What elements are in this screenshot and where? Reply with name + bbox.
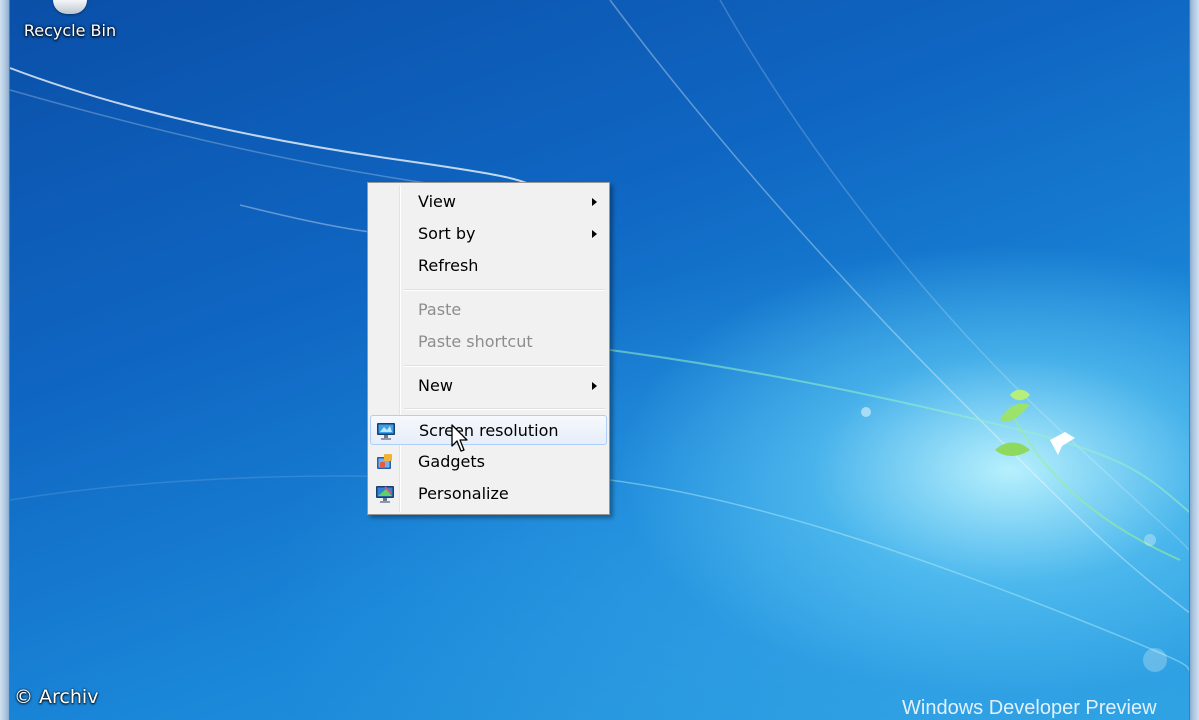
menu-item-refresh[interactable]: Refresh: [370, 251, 607, 281]
copyright-watermark: © Archiv: [14, 686, 99, 708]
menu-item-label: Gadgets: [418, 452, 485, 471]
gadgets-icon: [377, 454, 392, 469]
menu-separator: [404, 289, 605, 291]
menu-item-label: Refresh: [418, 256, 479, 275]
menu-item-label: Personalize: [418, 484, 509, 503]
desktop-context-menu: View Sort by Refresh Paste Paste shortcu…: [367, 182, 610, 515]
menu-item-paste[interactable]: Paste: [370, 295, 607, 325]
recycle-bin-shortcut[interactable]: Recycle Bin: [20, 0, 120, 40]
window-frame-right: [1189, 0, 1199, 720]
monitor-icon: [377, 423, 395, 440]
menu-item-paste-shortcut[interactable]: Paste shortcut: [370, 327, 607, 357]
menu-item-view[interactable]: View: [370, 187, 607, 217]
recycle-bin-label: Recycle Bin: [23, 21, 117, 40]
menu-item-label: Paste shortcut: [418, 332, 533, 351]
menu-item-label: Screen resolution: [419, 421, 559, 440]
recycle-bin-icon: [53, 0, 87, 14]
submenu-arrow-icon: [592, 382, 597, 390]
submenu-arrow-icon: [592, 198, 597, 206]
menu-item-new[interactable]: New: [370, 371, 607, 401]
windows-brand-text: Windows Developer Preview: [902, 697, 1157, 719]
menu-item-personalize[interactable]: Personalize: [370, 479, 607, 509]
menu-item-label: Sort by: [418, 224, 476, 243]
menu-separator: [404, 365, 605, 367]
menu-item-screen-resolution[interactable]: Screen resolution: [370, 415, 607, 445]
menu-separator: [404, 408, 605, 410]
window-frame-left: [0, 0, 10, 720]
desktop[interactable]: Recycle Bin View Sort by Refresh Paste P…: [0, 0, 1199, 720]
menu-item-label: View: [418, 192, 456, 211]
menu-item-gadgets[interactable]: Gadgets: [370, 447, 607, 477]
menu-item-label: Paste: [418, 300, 462, 319]
menu-item-sort-by[interactable]: Sort by: [370, 219, 607, 249]
personalize-icon: [376, 486, 394, 503]
submenu-arrow-icon: [592, 230, 597, 238]
mouse-cursor-icon: [451, 424, 468, 452]
menu-item-label: New: [418, 376, 453, 395]
